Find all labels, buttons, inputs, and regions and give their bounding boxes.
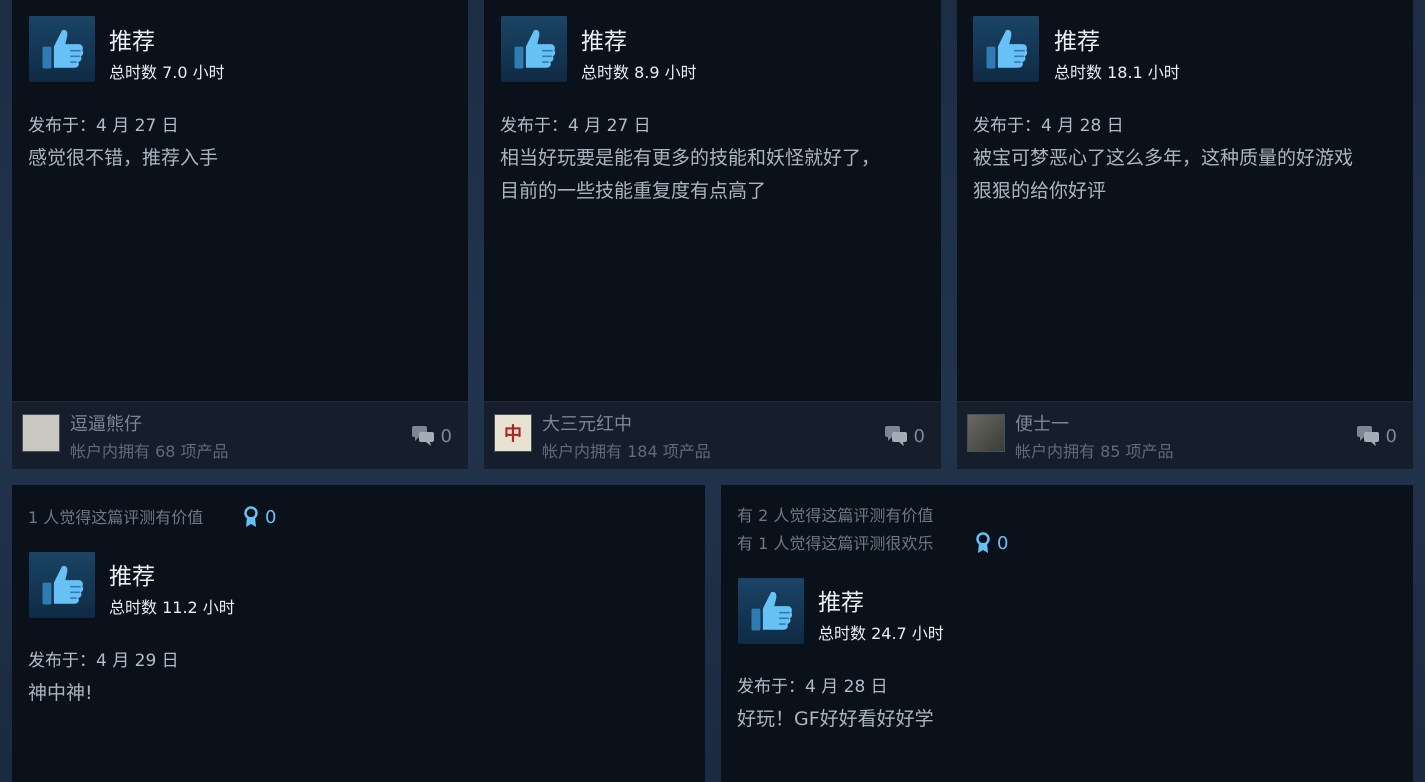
- comment-count-button[interactable]: 0: [1356, 425, 1397, 447]
- products-owned: 帐户内拥有 68 项产品: [70, 442, 229, 461]
- comment-icon: [884, 425, 908, 447]
- helpful-count: 有 2 人觉得这篇评测有价值: [737, 506, 934, 525]
- thumbs-up-icon: [29, 552, 95, 618]
- review-text-line: 神中神!: [28, 682, 93, 704]
- thumbs-up-icon: [973, 16, 1039, 82]
- comment-count: 0: [440, 425, 452, 447]
- award-icon: [243, 506, 259, 528]
- review-text: 神中神!: [28, 677, 93, 710]
- mahjong-tile-icon: 中: [504, 424, 522, 445]
- comment-icon: [1356, 425, 1380, 447]
- products-owned: 帐户内拥有 184 项产品: [542, 442, 711, 461]
- review-footer: 逗逼熊仔 帐户内拥有 68 项产品 0: [12, 401, 468, 469]
- thumbs-up-icon: [501, 16, 567, 82]
- playtime-hours: 总时数 7.0 小时: [109, 63, 225, 82]
- award-count: 0: [265, 506, 277, 528]
- review-card: 有 2 人觉得这篇评测有价值 有 1 人觉得这篇评测很欢乐 0 推荐 总时数 2…: [721, 485, 1413, 782]
- award-button[interactable]: 0: [243, 506, 276, 528]
- username-link[interactable]: 逗逼熊仔: [70, 414, 142, 436]
- thumbs-up-icon: [29, 16, 95, 82]
- recommend-label: 推荐: [109, 29, 155, 55]
- avatar[interactable]: 中: [494, 414, 532, 452]
- recommend-label: 推荐: [1054, 29, 1100, 55]
- playtime-hours: 总时数 18.1 小时: [1054, 63, 1180, 82]
- posted-date: 发布于：4 月 28 日: [973, 116, 1124, 136]
- username-link[interactable]: 大三元红中: [542, 414, 632, 436]
- review-text-line: 相当好玩要是能有更多的技能和妖怪就好了，: [500, 147, 881, 169]
- recommend-label: 推荐: [109, 564, 155, 590]
- review-text: 好玩！GF好好看好好学: [737, 703, 934, 736]
- review-card: 1 人觉得这篇评测有价值 0 推荐 总时数 11.2 小时 发布于：4 月 29…: [12, 485, 705, 782]
- posted-date: 发布于：4 月 29 日: [28, 651, 179, 671]
- review-footer: 中 大三元红中 帐户内拥有 184 项产品 0: [484, 401, 941, 469]
- posted-date: 发布于：4 月 28 日: [737, 677, 888, 697]
- comment-icon: [411, 425, 435, 447]
- helpful-count: 1 人觉得这篇评测有价值: [28, 508, 204, 527]
- review-text-line: 感觉很不错，推荐入手: [28, 147, 219, 169]
- review-text-line: 狠狠的给你好评: [973, 180, 1107, 202]
- posted-date: 发布于：4 月 27 日: [28, 116, 179, 136]
- playtime-hours: 总时数 8.9 小时: [581, 63, 697, 82]
- review-card: 推荐 总时数 8.9 小时 发布于：4 月 27 日 相当好玩要是能有更多的技能…: [484, 0, 941, 469]
- review-text: 相当好玩要是能有更多的技能和妖怪就好了， 目前的一些技能重复度有点高了: [500, 142, 880, 208]
- award-count: 0: [997, 532, 1009, 554]
- review-text-line: 目前的一些技能重复度有点高了: [500, 180, 767, 202]
- comment-count-button[interactable]: 0: [411, 425, 452, 447]
- avatar[interactable]: [22, 414, 60, 452]
- playtime-hours: 总时数 24.7 小时: [818, 624, 944, 643]
- review-text-line: 好玩！GF好好看好好学: [737, 708, 934, 730]
- award-button[interactable]: 0: [975, 532, 1008, 554]
- comment-count-button[interactable]: 0: [884, 425, 925, 447]
- username-link[interactable]: 便士一: [1015, 414, 1069, 436]
- avatar[interactable]: [967, 414, 1005, 452]
- review-text: 被宝可梦恶心了这么多年，这种质量的好游戏 狠狠的给你好评: [973, 142, 1353, 208]
- review-card: 推荐 总时数 18.1 小时 发布于：4 月 28 日 被宝可梦恶心了这么多年，…: [957, 0, 1413, 469]
- recommend-label: 推荐: [581, 29, 627, 55]
- review-card: 推荐 总时数 7.0 小时 发布于：4 月 27 日 感觉很不错，推荐入手 逗逼…: [12, 0, 468, 469]
- thumbs-up-icon: [738, 578, 804, 644]
- comment-count: 0: [1385, 425, 1397, 447]
- funny-count: 有 1 人觉得这篇评测很欢乐: [737, 534, 934, 553]
- comment-count: 0: [913, 425, 925, 447]
- recommend-label: 推荐: [818, 590, 864, 616]
- review-text: 感觉很不错，推荐入手: [28, 142, 218, 175]
- posted-date: 发布于：4 月 27 日: [500, 116, 651, 136]
- review-footer: 便士一 帐户内拥有 85 项产品 0: [957, 401, 1413, 469]
- playtime-hours: 总时数 11.2 小时: [109, 598, 235, 617]
- award-icon: [975, 532, 991, 554]
- review-text-line: 被宝可梦恶心了这么多年，这种质量的好游戏: [973, 147, 1354, 169]
- products-owned: 帐户内拥有 85 项产品: [1015, 442, 1174, 461]
